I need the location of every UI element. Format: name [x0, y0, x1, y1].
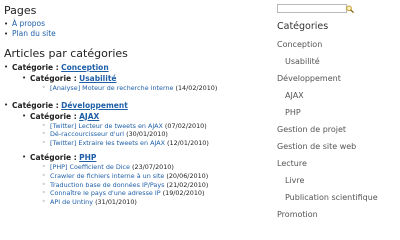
post-date: (19/02/2010): [162, 189, 205, 198]
sidebar-item-publication-scientifique[interactable]: Publication scientifique: [275, 189, 400, 206]
post-item: Connaître le pays d'une adresse IP (19/0…: [42, 189, 264, 198]
sidebar-item-php[interactable]: PHP: [275, 104, 400, 121]
post-item: [Twitter] Lecteur de tweets en AJAX (07/…: [42, 122, 264, 131]
category-link-conception[interactable]: Conception: [61, 63, 109, 72]
category-tree: Catégorie : Conception Catégorie : Usabi…: [4, 63, 264, 206]
post-item: [PHP] Coefficient de Dice (23/07/2010): [42, 163, 264, 172]
magnifier-icon[interactable]: [345, 5, 355, 13]
category-link-php[interactable]: PHP: [79, 153, 96, 162]
sidebar-category-list: Conception Usabilité Développement AJAX …: [275, 36, 400, 223]
page-link-plan-du-site[interactable]: Plan du site: [12, 29, 56, 38]
sidebar-item-promotion[interactable]: Promotion: [275, 206, 400, 223]
category-link-ajax[interactable]: AJAX: [79, 112, 99, 121]
sidebar-item-ajax[interactable]: AJAX: [275, 87, 400, 104]
post-item: Dé-raccourcisseur d'url (30/01/2010): [42, 130, 264, 139]
post-date: (30/01/2010): [126, 130, 168, 139]
post-link[interactable]: Connaître le pays d'une adresse IP: [50, 189, 161, 197]
post-date: (20/06/2010): [166, 171, 209, 180]
sidebar-item-livre[interactable]: Livre: [275, 172, 400, 189]
post-item: Crawler de fichiers interne à un site (2…: [42, 172, 264, 181]
page-link-item: À propos: [4, 19, 264, 29]
post-link[interactable]: API de Untiny: [50, 198, 93, 206]
pages-heading: Pages: [4, 4, 37, 17]
search-form: [275, 2, 400, 14]
category-prefix: Catégorie :: [30, 74, 77, 83]
sidebar: Catégories Conception Usabilité Développ…: [275, 0, 400, 223]
post-date: (14/02/2010): [175, 84, 218, 92]
post-item: [Twitter] Extraire les tweets en AJAX (1…: [42, 139, 264, 148]
post-link[interactable]: [Twitter] Lecteur de tweets en AJAX: [50, 122, 163, 130]
category-prefix: Catégorie :: [30, 153, 77, 163]
subcategory-item: Catégorie : AJAX [Twitter] Lecteur de tw…: [22, 112, 264, 148]
post-link[interactable]: [Analyse] Moteur de recherche interne: [50, 84, 173, 92]
sidebar-item-gestion-de-projet[interactable]: Gestion de projet: [275, 121, 400, 138]
post-date: (31/01/2010): [95, 197, 137, 206]
post-link[interactable]: [Twitter] Extraire les tweets en AJAX: [50, 139, 165, 147]
post-item: API de Untiny (31/01/2010): [42, 198, 264, 207]
category-prefix: Catégorie :: [12, 63, 59, 72]
categories-heading: Catégories: [277, 21, 329, 32]
category-item: Catégorie : Conception Catégorie : Usabi…: [4, 63, 264, 93]
post-item: Traduction base de données IP/Pays (21/0…: [42, 181, 264, 190]
post-link[interactable]: Crawler de fichiers interne à un site: [50, 172, 164, 180]
articles-heading: Articles par catégories: [4, 47, 128, 60]
post-link[interactable]: Dé-raccourcisseur d'url: [50, 130, 124, 138]
post-date: (07/02/2010): [164, 121, 207, 130]
category-prefix: Catégorie :: [12, 100, 59, 110]
sidebar-item-usabilite[interactable]: Usabilité: [275, 53, 400, 70]
sidebar-item-lecture[interactable]: Lecture: [275, 155, 400, 172]
post-link[interactable]: [PHP] Coefficient de Dice: [50, 163, 130, 171]
sidebar-item-gestion-de-site-web[interactable]: Gestion de site web: [275, 138, 400, 155]
post-date: (23/07/2010): [132, 163, 174, 172]
page-link-a-propos[interactable]: À propos: [12, 19, 45, 28]
page-link-item: Plan du site: [4, 29, 264, 39]
main-content: Pages À propos Plan du site Articles par…: [4, 4, 264, 214]
category-prefix: Catégorie :: [30, 111, 77, 121]
post-link[interactable]: Traduction base de données IP/Pays: [50, 181, 164, 189]
post-item: [Analyse] Moteur de recherche interne (1…: [42, 84, 264, 93]
category-link-developpement[interactable]: Développement: [61, 101, 128, 110]
category-item: Catégorie : Développement Catégorie : AJ…: [4, 101, 264, 207]
sidebar-item-developpement[interactable]: Développement: [275, 70, 400, 87]
post-date: (12/01/2010): [167, 138, 209, 147]
subcategory-item: Catégorie : PHP [PHP] Coefficient de Dic…: [22, 153, 264, 206]
search-input[interactable]: [277, 4, 347, 13]
subcategory-item: Catégorie : Usabilité [Analyse] Moteur d…: [22, 74, 264, 93]
pages-list: À propos Plan du site: [4, 19, 264, 39]
post-date: (21/02/2010): [166, 180, 209, 189]
category-link-usabilite[interactable]: Usabilité: [79, 74, 116, 83]
sidebar-item-conception[interactable]: Conception: [275, 36, 400, 53]
